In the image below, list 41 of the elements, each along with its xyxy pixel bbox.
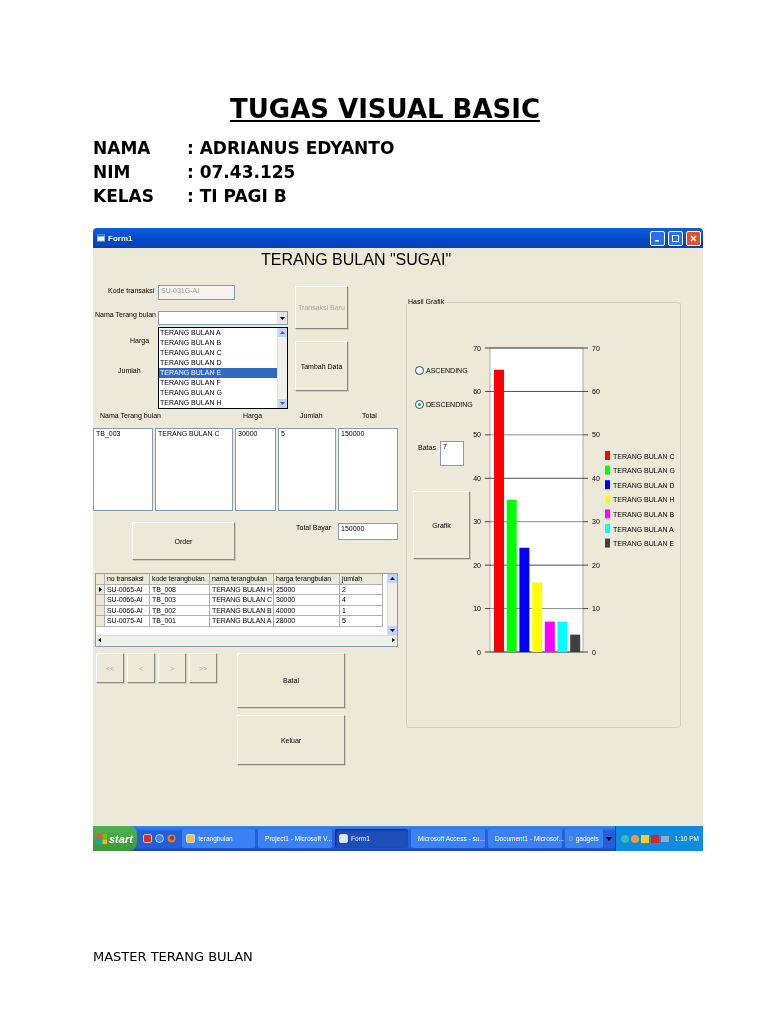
radio-button[interactable]: [415, 366, 424, 375]
row-marker[interactable]: [96, 616, 105, 627]
caret-icon: [279, 316, 285, 320]
field-value: : TI PAGI B: [187, 186, 288, 207]
footer-text: MASTER TERANG BULAN: [93, 949, 254, 964]
windows-logo-icon: [97, 833, 107, 844]
field-value: : 07.43.125: [187, 162, 297, 183]
maximize-icon: [672, 234, 679, 242]
scroll-up-icon: [280, 331, 285, 334]
window-title: Form1: [108, 233, 134, 243]
scroll-down-icon: [280, 402, 285, 405]
caret-icon: [605, 836, 612, 841]
field-label: NAMA: [93, 138, 152, 159]
dropdown-field[interactable]: [158, 311, 288, 325]
app-icon: [568, 834, 573, 843]
scroll-left-icon: [96, 636, 104, 644]
tray-icons-drawing: [619, 833, 670, 844]
app-icon: [143, 834, 153, 843]
minimize-button[interactable]: [650, 230, 665, 246]
close-icon: [690, 234, 697, 242]
scroll-up-icon: [390, 577, 395, 580]
app-icon: [186, 834, 196, 843]
form-heading: TERANG BULAN "SUGAI": [261, 251, 452, 269]
app-icon: [339, 834, 349, 843]
current-row-icon: [98, 586, 102, 592]
field-label: NIM: [93, 162, 132, 183]
scrollbar[interactable]: [387, 574, 397, 635]
close-button[interactable]: [686, 230, 701, 246]
row-marker[interactable]: [96, 595, 105, 606]
document-title: TUGAS VISUAL BASIC: [228, 94, 542, 126]
maximize-button[interactable]: [668, 230, 683, 246]
radio-button[interactable]: [415, 400, 424, 409]
row-marker[interactable]: [96, 605, 105, 616]
scrollbar[interactable]: [277, 328, 287, 408]
horizontal-scrollbar[interactable]: [96, 635, 397, 646]
field-value: : ADRIANUS EDYANTO: [187, 138, 396, 159]
scroll-down-icon: [390, 629, 395, 632]
row-marker[interactable]: [96, 584, 105, 595]
form-icon: [97, 234, 105, 242]
corner-cell: [96, 574, 105, 585]
field-label: KELAS: [93, 186, 156, 207]
